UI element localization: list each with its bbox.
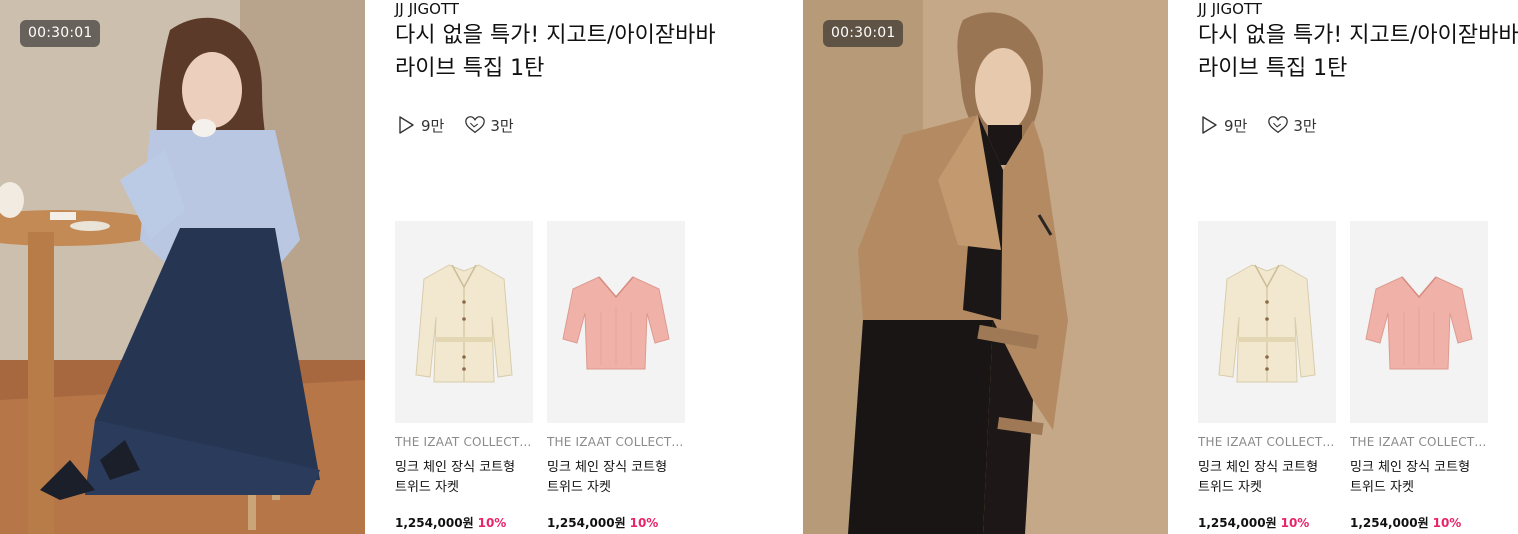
product-brand: THE IZAAT COLLECTION	[1198, 435, 1336, 449]
play-icon	[1202, 116, 1217, 134]
product-thumbnail[interactable]	[1350, 221, 1488, 423]
product-list: THE IZAAT COLLECTION 밍크 체인 장식 코트형 트위드 자켓…	[1198, 221, 1502, 531]
live-stats: 9만 3만	[1198, 113, 1337, 137]
product-name[interactable]: 밍크 체인 장식 코트형 트위드 자켓	[1350, 458, 1488, 498]
cream-belted-jacket-icon	[1218, 264, 1316, 383]
price-amount: 1,254,000원	[1198, 516, 1277, 530]
live-stats: 9만 3만	[395, 113, 534, 137]
price-amount: 1,254,000원	[547, 516, 626, 530]
view-count: 9만	[1198, 114, 1247, 136]
view-count-value: 9만	[1224, 116, 1248, 135]
discount-rate: 10%	[629, 516, 659, 530]
product-thumbnail[interactable]	[547, 221, 685, 423]
cream-belted-jacket-icon	[415, 264, 513, 383]
product-name[interactable]: 밍크 체인 장식 코트형 트위드 자켓	[1198, 458, 1336, 498]
discount-rate: 10%	[1432, 516, 1462, 530]
heart-icon	[465, 116, 486, 133]
live-thumbnail-image[interactable]: 00:30:01	[803, 0, 1168, 534]
like-count-value: 3만	[1293, 116, 1317, 135]
product-thumbnail[interactable]	[1198, 221, 1336, 423]
product-price: 1,254,000원 10%	[395, 514, 533, 531]
discount-rate: 10%	[477, 516, 507, 530]
woman-in-camel-jacket-photo	[803, 0, 1168, 534]
product-price: 1,254,000원 10%	[1350, 514, 1488, 531]
live-timer-badge: 00:30:01	[20, 20, 101, 47]
play-icon	[399, 116, 414, 134]
live-title[interactable]: 다시 없을 특가! 지고트/아이잗바바 라이브 특집 1탄	[395, 19, 750, 85]
product-price: 1,254,000원 10%	[547, 514, 685, 531]
pink-knit-sweater-icon	[1365, 276, 1473, 370]
product-brand: THE IZAAT COLLECTION	[1350, 435, 1488, 449]
heart-icon	[1268, 116, 1289, 133]
product-item[interactable]: THE IZAAT COLLECTION 밍크 체인 장식 코트형 트위드 자켓…	[1198, 221, 1336, 531]
like-count[interactable]: 3만	[1267, 114, 1317, 136]
product-name[interactable]: 밍크 체인 장식 코트형 트위드 자켓	[395, 458, 533, 498]
woman-in-blouse-and-lace-skirt-photo	[0, 0, 365, 534]
like-count[interactable]: 3만	[464, 114, 514, 136]
product-item[interactable]: THE IZAAT COLLECTION 밍크 체인 장식 코트형 트위드 자켓…	[1350, 221, 1488, 531]
live-card-1[interactable]: 00:30:01 JJ JIGOTT 다시 없을 특가! 지고트/아이잗바바 라…	[0, 0, 760, 534]
like-count-value: 3만	[490, 116, 514, 135]
product-thumbnail[interactable]	[395, 221, 533, 423]
product-list: THE IZAAT COLLECTION 밍크 체인 장식 코트형 트위드 자켓…	[395, 221, 699, 531]
price-amount: 1,254,000원	[1350, 516, 1429, 530]
view-count: 9만	[395, 114, 444, 136]
live-thumbnail-image[interactable]: 00:30:01	[0, 0, 365, 534]
product-item[interactable]: THE IZAAT COLLECTION 밍크 체인 장식 코트형 트위드 자켓…	[395, 221, 533, 531]
live-brand[interactable]: JJ JIGOTT	[395, 0, 459, 18]
view-count-value: 9만	[421, 116, 445, 135]
live-title[interactable]: 다시 없을 특가! 지고트/아이잗바바 라이브 특집 1탄	[1198, 19, 1518, 85]
discount-rate: 10%	[1280, 516, 1310, 530]
live-card-2[interactable]: 00:30:01 JJ JIGOTT 다시 없을 특가! 지고트/아이잗바바 라…	[803, 0, 1518, 534]
price-amount: 1,254,000원	[395, 516, 474, 530]
product-name[interactable]: 밍크 체인 장식 코트형 트위드 자켓	[547, 458, 685, 498]
pink-knit-sweater-icon	[562, 276, 670, 370]
product-item[interactable]: THE IZAAT COLLECTION 밍크 체인 장식 코트형 트위드 자켓…	[547, 221, 685, 531]
live-timer-badge: 00:30:01	[823, 20, 904, 47]
product-brand: THE IZAAT COLLECTION	[395, 435, 533, 449]
live-brand[interactable]: JJ JIGOTT	[1198, 0, 1262, 18]
product-brand: THE IZAAT COLLECTION	[547, 435, 685, 449]
product-price: 1,254,000원 10%	[1198, 514, 1336, 531]
